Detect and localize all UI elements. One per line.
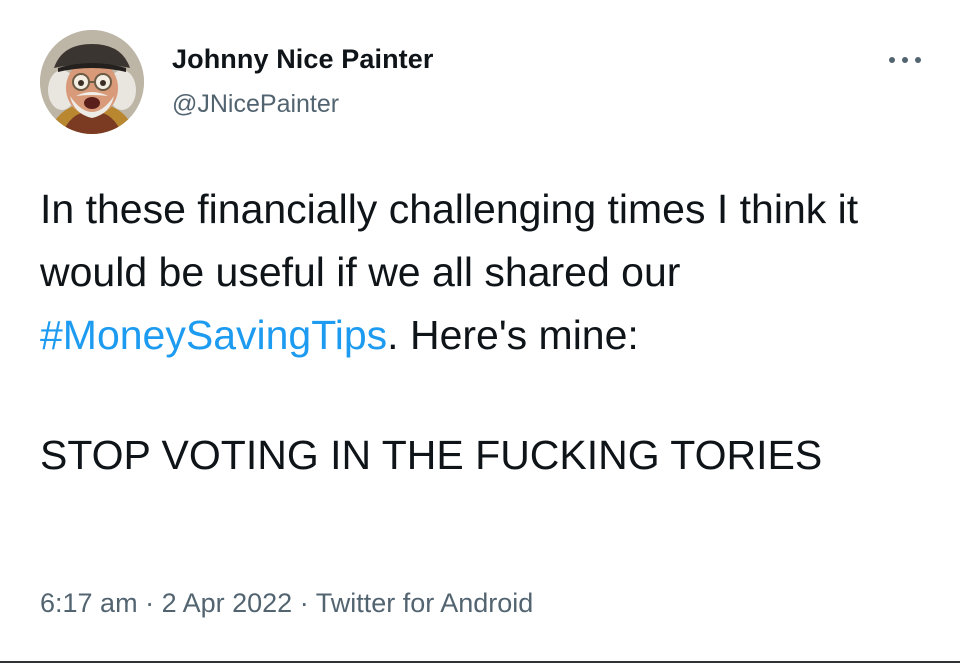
dot-icon <box>889 57 895 63</box>
dot-icon <box>915 57 921 63</box>
more-options-icon[interactable] <box>889 50 921 70</box>
display-name[interactable]: Johnny Nice Painter <box>172 44 433 75</box>
tweet-text: In these financially challenging times I… <box>40 178 940 367</box>
tweet-date[interactable]: 2 Apr 2022 <box>162 588 293 618</box>
divider <box>0 661 960 663</box>
avatar-image <box>40 30 144 134</box>
tweet-text-intro: In these financially challenging times I… <box>40 186 859 295</box>
tweet-text-shout: STOP VOTING IN THE FUCKING TORIES <box>40 432 823 478</box>
meta-separator: · <box>137 588 162 618</box>
tweet-meta: 6:17 am · 2 Apr 2022 · Twitter for Andro… <box>40 588 533 619</box>
dot-icon <box>902 57 908 63</box>
avatar[interactable] <box>40 30 144 134</box>
username-handle[interactable]: @JNicePainter <box>172 90 339 119</box>
tweet-source[interactable]: Twitter for Android <box>316 588 534 618</box>
tweet-time[interactable]: 6:17 am <box>40 588 138 618</box>
tweet-card: Johnny Nice Painter @JNicePainter In the… <box>0 0 960 667</box>
tweet-text-tail: . Here's mine: <box>387 312 639 358</box>
meta-separator: · <box>292 588 316 618</box>
hashtag-link[interactable]: #MoneySavingTips <box>40 312 387 358</box>
